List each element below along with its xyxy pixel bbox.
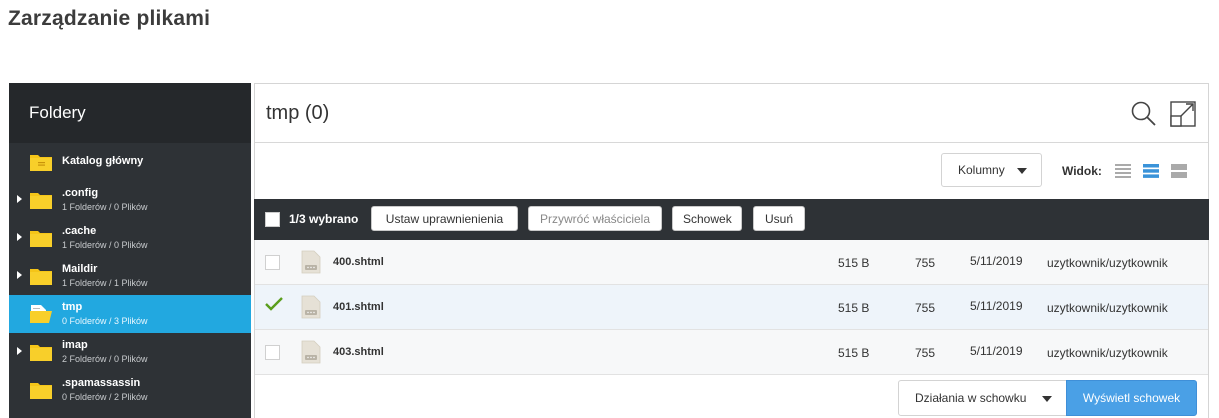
folder-meta: 1 Folderów / 0 Plików: [62, 240, 148, 250]
large-view-icon[interactable]: [1171, 163, 1187, 179]
file-name[interactable]: 403.shtml: [333, 346, 384, 358]
expand-caret-icon[interactable]: [17, 347, 22, 355]
file-owner: uzytkownik/uzytkownik: [1047, 256, 1168, 270]
expand-caret-icon[interactable]: [17, 195, 22, 203]
file-icon: [301, 295, 321, 319]
file-date: 5/11/2019: [970, 254, 1023, 268]
sidebar-item-imap[interactable]: imap 2 Folderów / 0 Plików: [9, 333, 251, 371]
show-clipboard-button[interactable]: Wyświetl schowek: [1066, 380, 1197, 416]
expand-caret-icon[interactable]: [17, 271, 22, 279]
file-icon: [301, 340, 321, 364]
clipboard-button[interactable]: Schowek: [672, 206, 742, 231]
panel-header: tmp (0): [255, 84, 1208, 143]
file-panel: tmp (0) Kolumny Widok: 1/3 wybrano Ustaw…: [254, 83, 1209, 418]
set-permissions-button[interactable]: Ustaw uprawnienienia: [371, 206, 518, 231]
folder-name: imap: [62, 339, 88, 351]
clipboard-actions-dropdown[interactable]: Działania w schowku: [898, 380, 1067, 416]
folder-meta: 0 Folderów / 3 Plików: [62, 316, 148, 326]
columns-dropdown[interactable]: Kolumny: [941, 153, 1042, 187]
file-size: 515 B: [838, 301, 870, 315]
folder-meta: 1 Folderów / 1 Plików: [62, 278, 148, 288]
compact-view-icon[interactable]: [1143, 163, 1159, 179]
file-owner: uzytkownik/uzytkownik: [1047, 301, 1168, 315]
open-folder-icon: [30, 305, 52, 323]
file-name[interactable]: 400.shtml: [333, 256, 384, 268]
root-folder-icon: [30, 155, 52, 171]
expand-caret-icon[interactable]: [17, 233, 22, 241]
expand-icon[interactable]: [1169, 100, 1197, 128]
folder-name: tmp: [62, 301, 83, 313]
chevron-down-icon: [1042, 396, 1052, 402]
folder-icon: [30, 345, 52, 361]
file-list: 400.shtml 515 B 755 5/11/2019 uzytkownik…: [255, 240, 1208, 375]
folder-icon: [30, 269, 52, 285]
sidebar-item-config[interactable]: .config 1 Folderów / 0 Plików: [9, 181, 251, 219]
chevron-down-icon: [1017, 168, 1027, 174]
folder-tree: Katalog główny .config 1 Folderów / 0 Pl…: [9, 143, 251, 409]
sidebar-item-spamassassin[interactable]: .spamassassin 0 Folderów / 2 Plików: [9, 371, 251, 409]
folder-icon: [30, 193, 52, 209]
table-row[interactable]: 403.shtml 515 B 755 5/11/2019 uzytkownik…: [255, 330, 1208, 375]
delete-button[interactable]: Usuń: [753, 206, 805, 231]
folder-icon: [30, 383, 52, 399]
table-row[interactable]: 400.shtml 515 B 755 5/11/2019 uzytkownik…: [255, 240, 1208, 285]
sidebar-header: Foldery: [9, 83, 251, 143]
folder-name: .spamassassin: [62, 377, 141, 389]
folder-meta: 1 Folderów / 0 Plików: [62, 202, 148, 212]
row-checkbox[interactable]: [265, 255, 280, 270]
folder-name: Katalog główny: [62, 155, 144, 167]
view-label: Widok:: [1062, 164, 1102, 178]
view-toolbar: Kolumny Widok:: [255, 143, 1208, 199]
list-view-icon[interactable]: [1115, 163, 1131, 179]
selection-count: 1/3 wybrano: [289, 212, 359, 226]
file-date: 5/11/2019: [970, 344, 1023, 358]
folder-name: Maildir: [62, 263, 98, 275]
file-name[interactable]: 401.shtml: [333, 301, 384, 313]
folder-sidebar: Foldery Katalog główny .config 1 Folderó…: [9, 83, 251, 418]
select-all-checkbox[interactable]: [265, 212, 280, 227]
file-permissions: 755: [915, 301, 936, 315]
file-icon: [301, 250, 321, 274]
selection-bar: 1/3 wybrano Ustaw uprawnienienia Przywró…: [254, 199, 1209, 240]
folder-name: .config: [62, 187, 99, 199]
checkmark-icon[interactable]: [265, 296, 283, 312]
directory-title: tmp (0): [266, 102, 330, 124]
sidebar-item-cache[interactable]: .cache 1 Folderów / 0 Plików: [9, 219, 251, 257]
folder-icon: [30, 231, 52, 247]
file-owner: uzytkownik/uzytkownik: [1047, 346, 1168, 360]
file-size: 515 B: [838, 256, 870, 270]
sidebar-item-root[interactable]: Katalog główny: [9, 143, 251, 181]
file-date: 5/11/2019: [970, 299, 1023, 313]
folder-name: .cache: [62, 225, 97, 237]
folder-meta: 2 Folderów / 0 Plików: [62, 354, 148, 364]
sidebar-item-tmp[interactable]: tmp 0 Folderów / 3 Plików: [9, 295, 251, 333]
table-row[interactable]: 401.shtml 515 B 755 5/11/2019 uzytkownik…: [255, 285, 1208, 330]
sidebar-item-maildir[interactable]: Maildir 1 Folderów / 1 Plików: [9, 257, 251, 295]
search-icon[interactable]: [1130, 100, 1158, 128]
file-size: 515 B: [838, 346, 870, 360]
clipboard-actions-label: Działania w schowku: [915, 391, 1027, 405]
file-permissions: 755: [915, 256, 936, 270]
restore-owner-button[interactable]: Przywróć właściciela: [528, 206, 662, 231]
row-checkbox[interactable]: [265, 345, 280, 360]
file-permissions: 755: [915, 346, 936, 360]
columns-label: Kolumny: [958, 163, 1005, 177]
folder-meta: 0 Folderów / 2 Plików: [62, 392, 148, 402]
page-title: Zarządzanie plikami: [8, 7, 211, 30]
